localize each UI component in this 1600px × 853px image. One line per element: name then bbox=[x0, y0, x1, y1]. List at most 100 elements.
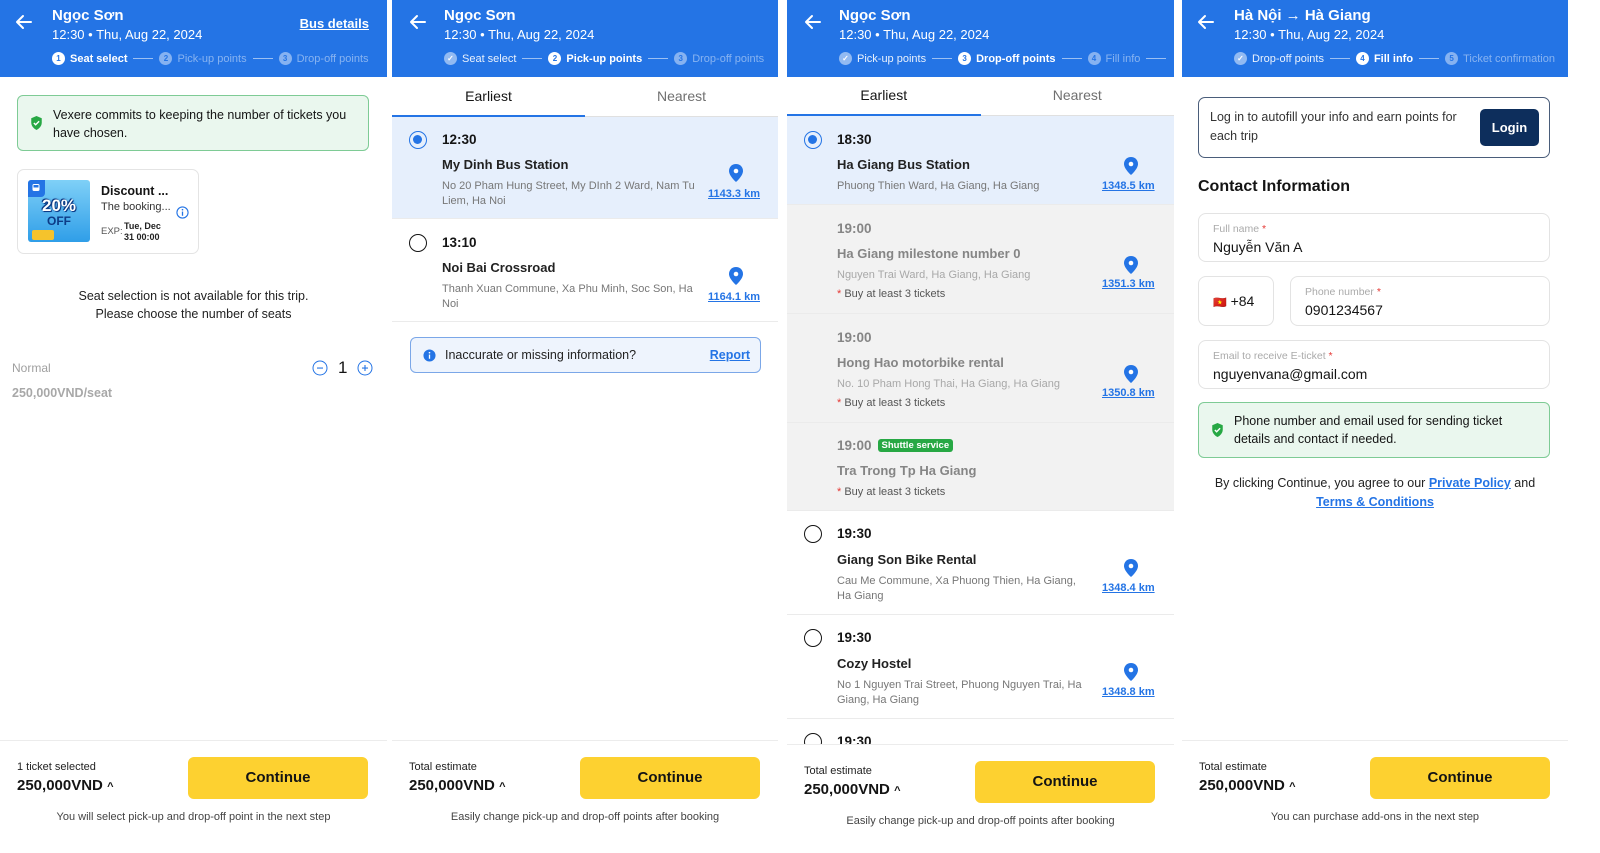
map-pin-icon[interactable] bbox=[1124, 559, 1138, 577]
phone-number-field[interactable]: Phone number * 0901234567 bbox=[1290, 276, 1550, 326]
continue-button[interactable]: Continue bbox=[975, 761, 1155, 803]
total-price[interactable]: 250,000VND ^ bbox=[804, 781, 901, 798]
back-arrow-icon[interactable] bbox=[14, 12, 34, 32]
radio-unselected[interactable] bbox=[409, 234, 427, 252]
map-pin-icon[interactable] bbox=[1124, 663, 1138, 681]
point-address: Cau Me Commune, Xa Phuong Thien, Ha Gian… bbox=[837, 575, 1076, 602]
luggage-illustration bbox=[32, 230, 54, 240]
point-name: Noi Bai Crossroad bbox=[442, 260, 556, 275]
info-icon[interactable] bbox=[176, 206, 189, 219]
map-pin-icon[interactable] bbox=[1124, 365, 1138, 383]
distance-link[interactable]: 1348.5 km bbox=[1102, 180, 1155, 192]
pickup-points-screen: Ngọc Sơn 12:30 • Thu, Aug 22, 2024 ✓ Seat… bbox=[392, 0, 778, 853]
point-time: 13:10 bbox=[442, 235, 477, 250]
radio-selected[interactable] bbox=[409, 131, 427, 149]
dropoff-points-screen: Ngọc Sơn 12:30 • Thu, Aug 22, 2024 ✓ Pick… bbox=[787, 0, 1174, 853]
login-button[interactable]: Login bbox=[1480, 109, 1539, 146]
distance-link[interactable]: 1164.1 km bbox=[708, 291, 760, 303]
full-name-field[interactable]: Full name * Nguyễn Văn A bbox=[1198, 213, 1550, 262]
vietnam-flag-icon: 🇻🇳 bbox=[1213, 297, 1227, 309]
tab-nearest[interactable]: Nearest bbox=[981, 76, 1175, 115]
total-estimate-label: Total estimate bbox=[804, 765, 872, 777]
back-arrow-icon[interactable] bbox=[803, 12, 823, 32]
distance-link[interactable]: 1143.3 km bbox=[708, 188, 760, 200]
back-arrow-icon[interactable] bbox=[408, 12, 428, 32]
tab-earliest[interactable]: Earliest bbox=[392, 77, 585, 117]
contact-info-heading: Contact Information bbox=[1198, 178, 1350, 195]
map-pin-icon[interactable] bbox=[729, 164, 743, 182]
back-arrow-icon[interactable] bbox=[1196, 12, 1216, 32]
report-link[interactable]: Report bbox=[710, 348, 750, 362]
step-separator bbox=[932, 58, 953, 59]
point-time: 12:30 bbox=[442, 132, 477, 147]
point-name: Hong Hao motorbike rental bbox=[837, 355, 1004, 370]
price-value: 250,000VND bbox=[804, 781, 890, 798]
radio-unselected[interactable] bbox=[804, 629, 822, 647]
shuttle-service-badge: Shuttle service bbox=[877, 439, 954, 452]
step-fill-info: 4 Fill info bbox=[1355, 52, 1414, 65]
distance-link[interactable]: 1348.8 km bbox=[1102, 686, 1155, 698]
point-time: 19:30 bbox=[837, 630, 872, 645]
bus-details-link[interactable]: Bus details bbox=[300, 16, 369, 31]
tab-nearest[interactable]: Nearest bbox=[585, 77, 778, 116]
total-price[interactable]: 250,000VND ^ bbox=[409, 777, 506, 794]
header: Ngọc Sơn 12:30 • Thu, Aug 22, 2024 ✓ Pick… bbox=[787, 0, 1174, 77]
step-label: Drop-off points bbox=[296, 52, 369, 65]
footer-hint: You can purchase add-ons in the next ste… bbox=[1270, 811, 1480, 823]
choose-seats-message: Please choose the number of seats bbox=[95, 307, 292, 321]
map-pin-icon[interactable] bbox=[729, 267, 743, 285]
map-pin-icon[interactable] bbox=[1124, 157, 1138, 175]
increase-seat-button[interactable] bbox=[357, 360, 373, 376]
total-price[interactable]: 250,000VND ^ bbox=[1199, 777, 1296, 794]
note-text: Buy at least 3 tickets bbox=[844, 288, 946, 300]
trip-datetime: 12:30 • Thu, Aug 22, 2024 bbox=[444, 27, 595, 42]
step-label: Fill info bbox=[1373, 52, 1414, 65]
country-code-select[interactable]: 🇻🇳 +84 bbox=[1198, 276, 1274, 326]
trip-datetime: 12:30 • Thu, Aug 22, 2024 bbox=[1234, 27, 1385, 42]
point-name: My Dinh Bus Station bbox=[442, 157, 569, 172]
discount-card[interactable]: 20% OFF Discount ... The booking... EXP:… bbox=[17, 169, 199, 254]
booking-footer: Total estimate 250,000VND ^ Continue Eas… bbox=[392, 740, 778, 853]
dropoff-point-item[interactable]: 19:30 Cozy Hostel No 1 Nguyen Trai Stree… bbox=[787, 615, 1174, 719]
decrease-seat-button[interactable] bbox=[312, 360, 328, 376]
bus-icon bbox=[28, 180, 45, 197]
total-price[interactable]: 250,000VND ^ bbox=[17, 777, 114, 794]
privacy-policy-link[interactable]: Private Policy bbox=[1429, 476, 1511, 490]
chevron-up-icon: ^ bbox=[499, 781, 506, 793]
distance-link[interactable]: 1351.3 km bbox=[1102, 278, 1155, 290]
agreement-text: By clicking Continue, you agree to our P… bbox=[1192, 474, 1558, 512]
required-mark: * bbox=[1376, 286, 1381, 298]
step-label: Pick-up points bbox=[857, 52, 927, 65]
step-separator bbox=[1419, 58, 1440, 59]
point-time: 19:00 bbox=[837, 221, 872, 236]
distance-link[interactable]: 1348.4 km bbox=[1102, 582, 1155, 594]
radio-unselected[interactable] bbox=[804, 525, 822, 543]
continue-button[interactable]: Continue bbox=[580, 757, 760, 799]
point-name: Ha Giang milestone number 0 bbox=[837, 246, 1021, 261]
dropoff-point-item-disabled: 19:00 Hong Hao motorbike rental No. 10 P… bbox=[787, 314, 1174, 423]
continue-button[interactable]: Continue bbox=[188, 757, 368, 799]
map-pin-icon[interactable] bbox=[1124, 256, 1138, 274]
field-value: Nguyễn Văn A bbox=[1213, 239, 1303, 255]
price-value: 250,000VND bbox=[409, 777, 495, 794]
step-label: Pick-up points bbox=[177, 52, 247, 65]
step-seat-select: 1 Seat select bbox=[52, 52, 127, 65]
step-number: 2 bbox=[159, 52, 173, 65]
dropoff-point-item[interactable]: 18:30 Ha Giang Bus Station Phuong Thien … bbox=[787, 116, 1174, 205]
email-field[interactable]: Email to receive E-ticket * nguyenvana@g… bbox=[1198, 340, 1550, 389]
distance-link[interactable]: 1350.8 km bbox=[1102, 387, 1155, 399]
point-address: No 20 Pham Hung Street, My DInh 2 Ward, … bbox=[442, 180, 695, 207]
continue-button[interactable]: Continue bbox=[1370, 757, 1550, 799]
seat-count: 1 bbox=[338, 358, 348, 377]
field-value: nguyenvana@gmail.com bbox=[1213, 366, 1368, 382]
footer-hint: Easily change pick-up and drop-off point… bbox=[450, 811, 720, 823]
radio-selected[interactable] bbox=[804, 131, 822, 149]
pickup-point-item[interactable]: 12:30 My Dinh Bus Station No 20 Pham Hun… bbox=[392, 117, 778, 219]
tab-earliest[interactable]: Earliest bbox=[787, 76, 981, 116]
step-number: 3 bbox=[674, 52, 688, 65]
point-address: Nguyen Trai Ward, Ha Giang, Ha Giang bbox=[837, 269, 1031, 281]
shield-check-icon bbox=[31, 116, 42, 130]
dropoff-point-item[interactable]: 19:30 Giang Son Bike Rental Cau Me Commu… bbox=[787, 511, 1174, 615]
pickup-point-item[interactable]: 13:10 Noi Bai Crossroad Thanh Xuan Commu… bbox=[392, 219, 778, 322]
terms-conditions-link[interactable]: Terms & Conditions bbox=[1316, 495, 1434, 509]
